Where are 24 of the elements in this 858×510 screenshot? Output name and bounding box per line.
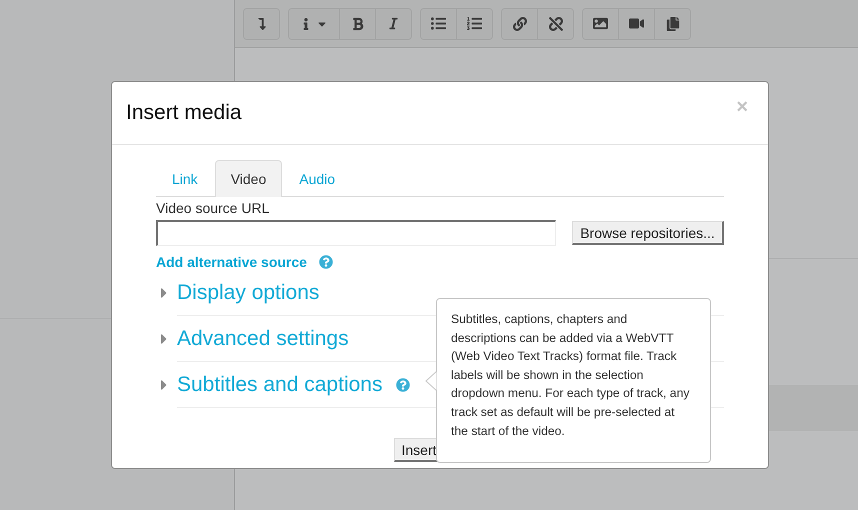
tab[interactable]: Audio	[283, 160, 352, 197]
tab[interactable]: Link	[156, 160, 214, 197]
add-source-link[interactable]: Add alternative source	[156, 254, 307, 270]
numbered-list-icon	[467, 16, 482, 31]
copy-icon	[666, 16, 680, 30]
browse-button[interactable]: Browse repositories...	[572, 221, 724, 245]
field-label: Video source URL	[156, 200, 270, 216]
help-tooltip: Subtitles, captions, chapters and descriptions can be added via a WebVTT (Web Video Text Tracks) format file. Track labels will be shown in the selection dropdown menu. For each type of track, any track set as default will be pre-selected at the start of the video.	[436, 298, 711, 463]
section-heading[interactable]: Advanced settings	[177, 326, 349, 350]
image-icon	[593, 16, 608, 31]
italic-icon	[387, 17, 400, 30]
bullet-list-icon	[431, 16, 446, 31]
video-camera-icon	[629, 16, 644, 31]
section-heading[interactable]: Subtitles and captions	[177, 372, 382, 396]
unlink-icon	[548, 16, 562, 30]
bold-icon	[350, 16, 364, 30]
link-icon	[512, 16, 526, 30]
close-button[interactable]: ×	[736, 96, 748, 118]
dialog-title: Insert media	[126, 101, 242, 125]
section-heading[interactable]: Display options	[177, 280, 320, 304]
tab[interactable]: Video	[214, 160, 282, 197]
url-input-field[interactable]	[156, 220, 556, 246]
tooltip-pointer	[425, 371, 437, 391]
arrow-down-icon	[256, 18, 268, 30]
